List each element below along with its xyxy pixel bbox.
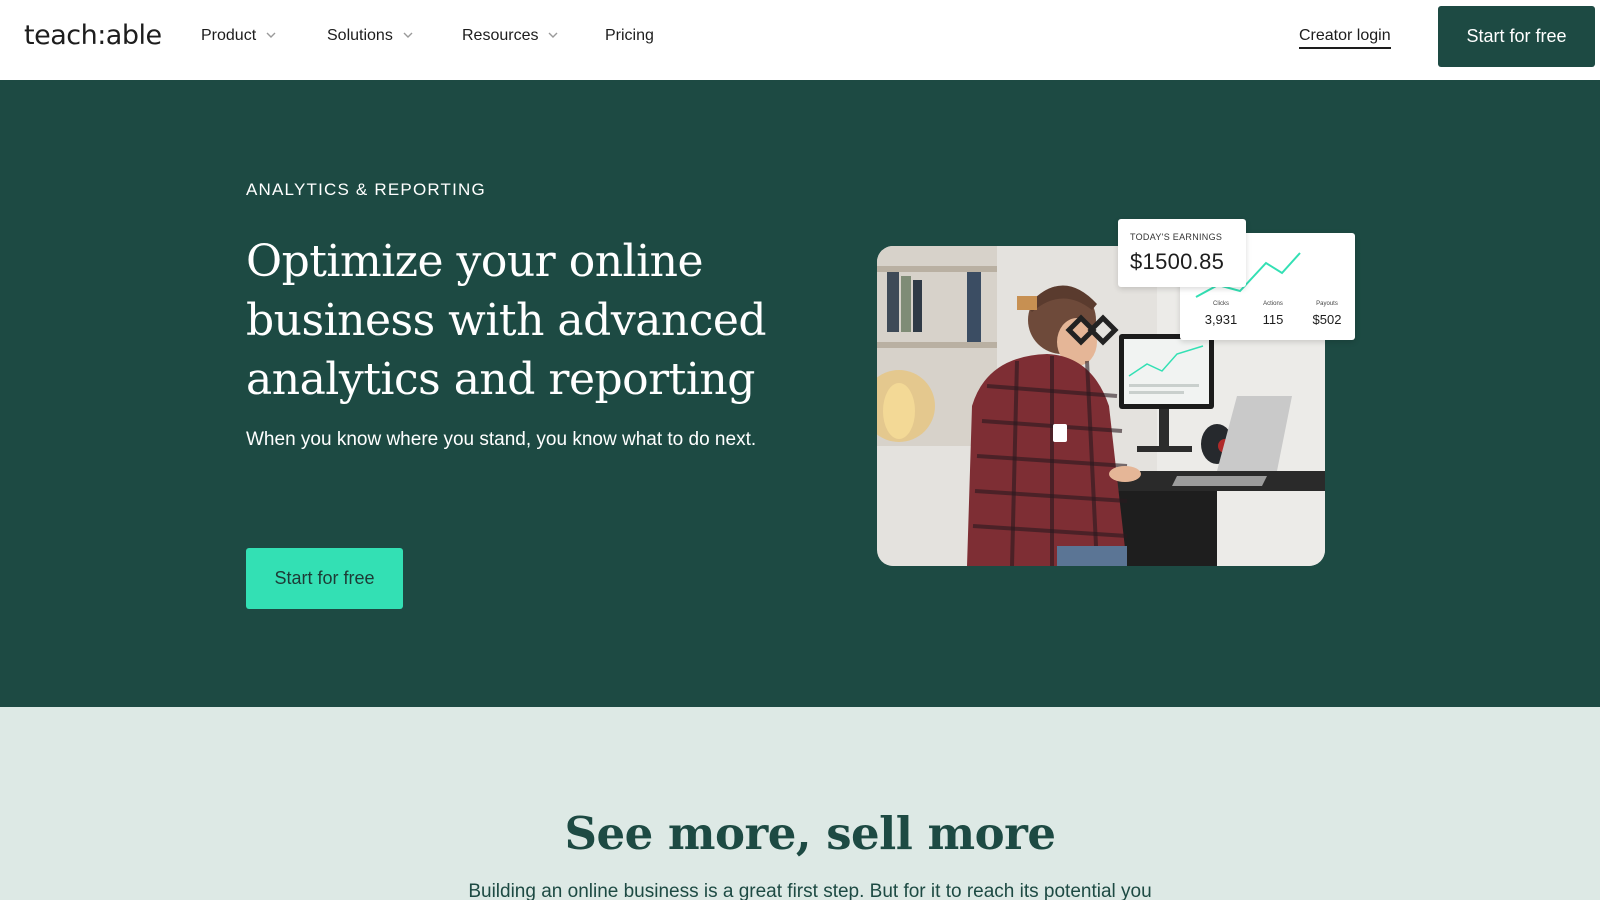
nav-item-label: Resources	[462, 27, 539, 44]
earnings-label: TODAY'S EARNINGS	[1130, 232, 1223, 242]
hero-start-for-free-button[interactable]: Start for free	[246, 548, 403, 609]
nav-item-label: Product	[201, 27, 257, 44]
chevron-down-icon	[403, 32, 413, 41]
hero-subtext: When you know where you stand, you know …	[246, 429, 757, 450]
chevron-down-icon	[266, 32, 276, 41]
hero-section: ANALYTICS & REPORTING Optimize your onli…	[0, 80, 1600, 707]
stat-label: Payouts	[1316, 301, 1338, 307]
section-body: Building an online business is a great f…	[468, 881, 1152, 900]
creator-login-link[interactable]: Creator login	[1299, 27, 1391, 49]
chevron-down-icon	[548, 32, 558, 41]
stat-actions: Actions 115	[1248, 301, 1298, 327]
stat-value: $502	[1312, 312, 1342, 327]
stat-value: 3,931	[1204, 312, 1238, 327]
earnings-value: $1500.85	[1130, 249, 1225, 274]
earnings-card: TODAY'S EARNINGS $1500.85	[1118, 219, 1246, 287]
top-navigation-bar: teach:able Product Solutions Resources P…	[0, 0, 1600, 80]
start-for-free-button[interactable]: Start for free	[1438, 6, 1595, 67]
stat-label: Actions	[1263, 301, 1283, 307]
stat-label: Clicks	[1213, 301, 1229, 307]
stat-payouts: Payouts $502	[1302, 301, 1352, 327]
nav-item-pricing[interactable]: Pricing	[605, 27, 654, 45]
stat-clicks: Clicks 3,931	[1196, 301, 1246, 327]
hero-headline: Optimize your online business with advan…	[246, 236, 767, 405]
nav-item-solutions[interactable]: Solutions	[327, 27, 413, 45]
section-title: See more, sell more	[564, 807, 1056, 860]
hero-eyebrow: ANALYTICS & REPORTING	[246, 180, 486, 199]
nav-item-resources[interactable]: Resources	[462, 27, 558, 45]
nav-item-label: Solutions	[327, 27, 393, 44]
teachable-logo[interactable]: teach:able	[24, 20, 162, 51]
nav-item-label: Pricing	[605, 27, 654, 44]
nav-item-product[interactable]: Product	[201, 27, 276, 45]
see-more-section: See more, sell more Building an online b…	[0, 707, 1600, 900]
stat-value: 115	[1262, 312, 1284, 327]
